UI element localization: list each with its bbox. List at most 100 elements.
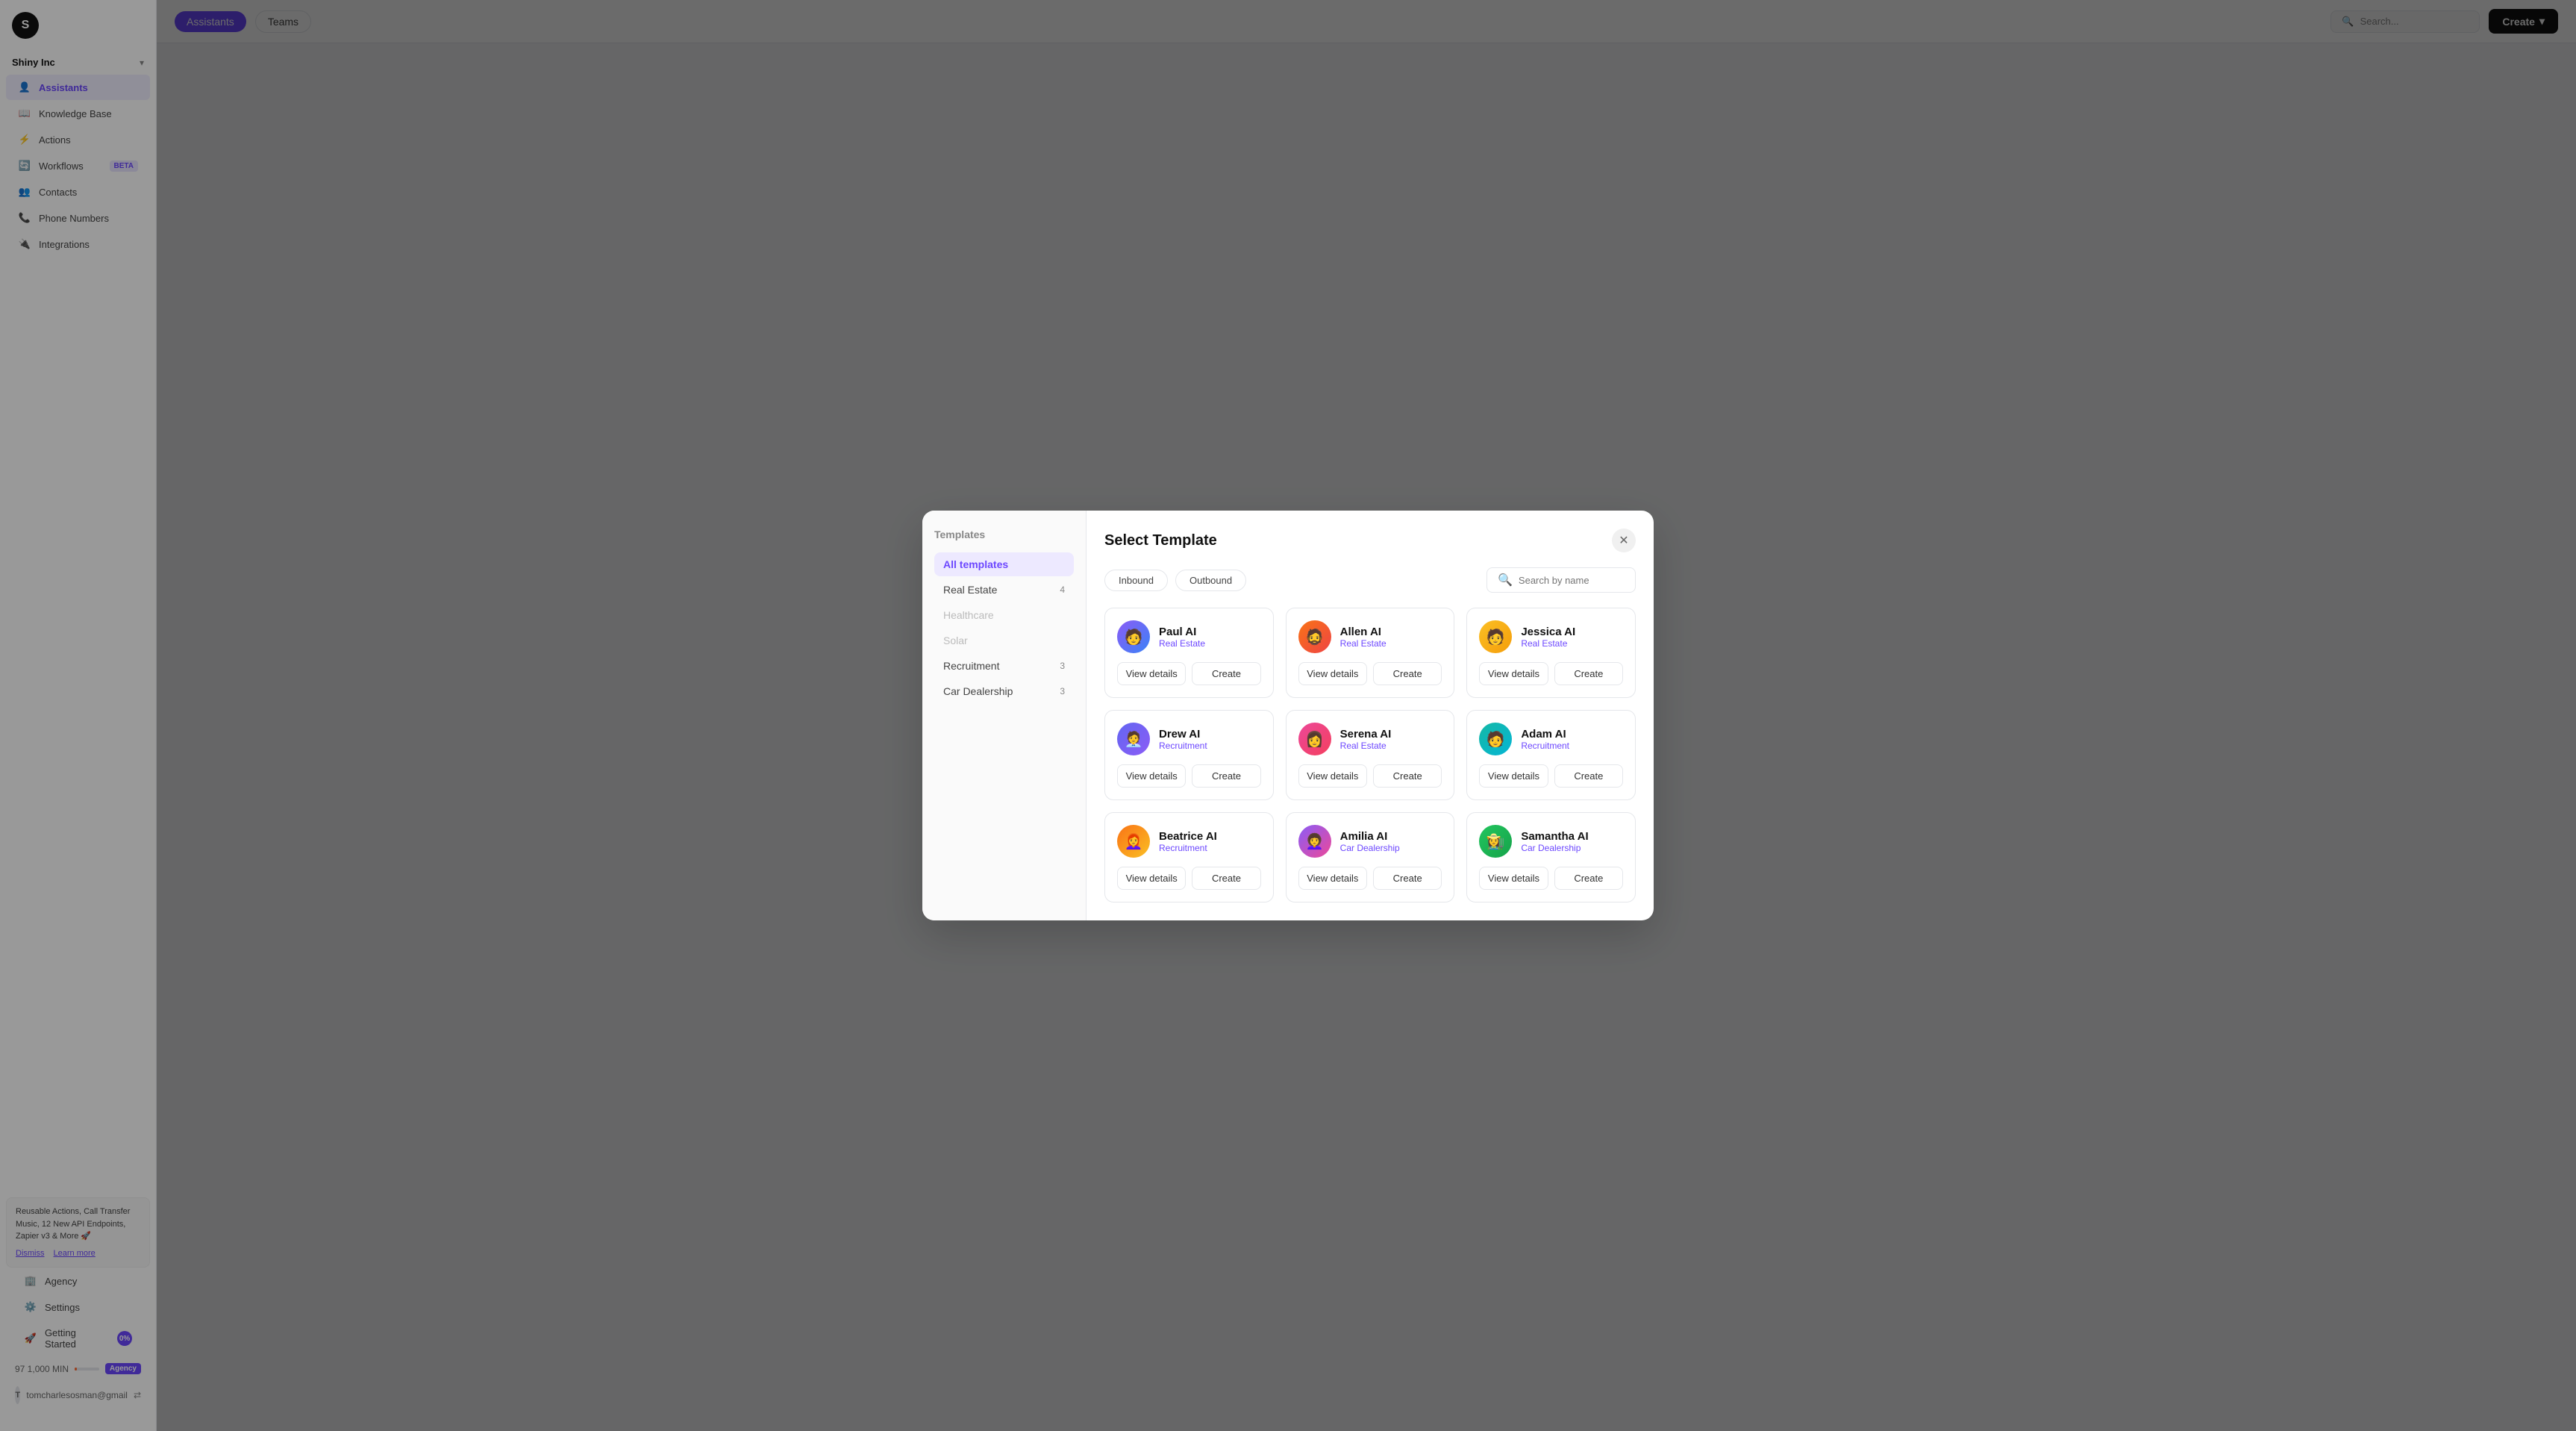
drew-ai-actions: View details Create bbox=[1117, 764, 1261, 788]
template-search-wrap[interactable]: 🔍 bbox=[1486, 567, 1636, 593]
modal-close-button[interactable]: ✕ bbox=[1612, 529, 1636, 552]
drew-ai-view-details-button[interactable]: View details bbox=[1117, 764, 1186, 788]
serena-ai-create-button[interactable]: Create bbox=[1373, 764, 1442, 788]
paul-ai-create-button[interactable]: Create bbox=[1192, 662, 1260, 685]
template-card-adam-ai: 🧑 Adam AI Recruitment View details Creat… bbox=[1466, 710, 1636, 800]
drew-ai-avatar: 🧑‍💼 bbox=[1117, 723, 1150, 755]
template-card-header: 🧑 Adam AI Recruitment bbox=[1479, 723, 1623, 755]
template-card-jessica-ai: 🧑 Jessica AI Real Estate View details Cr… bbox=[1466, 608, 1636, 698]
modal-nav-healthcare: Healthcare bbox=[934, 603, 1074, 627]
modal-nav-label: Solar bbox=[943, 635, 968, 646]
samantha-ai-category: Car Dealership bbox=[1521, 843, 1588, 853]
serena-ai-name: Serena AI bbox=[1340, 728, 1392, 741]
beatrice-ai-create-button[interactable]: Create bbox=[1192, 867, 1260, 890]
filter-outbound[interactable]: Outbound bbox=[1175, 570, 1246, 591]
beatrice-ai-actions: View details Create bbox=[1117, 867, 1261, 890]
modal-nav-label: Real Estate bbox=[943, 584, 997, 596]
template-card-header: 🧑 Jessica AI Real Estate bbox=[1479, 620, 1623, 653]
samantha-ai-actions: View details Create bbox=[1479, 867, 1623, 890]
modal-header: Select Template ✕ bbox=[1104, 529, 1636, 552]
template-card-paul-ai: 🧑 Paul AI Real Estate View details Creat… bbox=[1104, 608, 1274, 698]
modal-nav-car-dealership[interactable]: Car Dealership 3 bbox=[934, 679, 1074, 703]
modal-nav-label: Recruitment bbox=[943, 660, 999, 672]
adam-ai-category: Recruitment bbox=[1521, 741, 1569, 751]
samantha-ai-view-details-button[interactable]: View details bbox=[1479, 867, 1548, 890]
modal-nav-recruitment[interactable]: Recruitment 3 bbox=[934, 654, 1074, 678]
amilia-ai-name: Amilia AI bbox=[1340, 830, 1400, 843]
real-estate-count: 4 bbox=[1060, 584, 1065, 595]
beatrice-ai-view-details-button[interactable]: View details bbox=[1117, 867, 1186, 890]
paul-ai-view-details-button[interactable]: View details bbox=[1117, 662, 1186, 685]
template-card-header: 🧑 Paul AI Real Estate bbox=[1117, 620, 1261, 653]
beatrice-ai-category: Recruitment bbox=[1159, 843, 1217, 853]
samantha-ai-avatar: 👩‍🌾 bbox=[1479, 825, 1512, 858]
adam-ai-info: Adam AI Recruitment bbox=[1521, 728, 1569, 751]
beatrice-ai-info: Beatrice AI Recruitment bbox=[1159, 830, 1217, 853]
adam-ai-avatar: 🧑 bbox=[1479, 723, 1512, 755]
template-card-header: 👩‍🦰 Beatrice AI Recruitment bbox=[1117, 825, 1261, 858]
modal-nav-solar: Solar bbox=[934, 629, 1074, 652]
allen-ai-view-details-button[interactable]: View details bbox=[1298, 662, 1367, 685]
amilia-ai-category: Car Dealership bbox=[1340, 843, 1400, 853]
modal-nav-all-templates[interactable]: All templates bbox=[934, 552, 1074, 576]
beatrice-ai-avatar: 👩‍🦰 bbox=[1117, 825, 1150, 858]
template-card-header: 👩‍🌾 Samantha AI Car Dealership bbox=[1479, 825, 1623, 858]
jessica-ai-actions: View details Create bbox=[1479, 662, 1623, 685]
amilia-ai-create-button[interactable]: Create bbox=[1373, 867, 1442, 890]
modal-sidebar: Templates All templates Real Estate 4 He… bbox=[922, 511, 1087, 920]
jessica-ai-view-details-button[interactable]: View details bbox=[1479, 662, 1548, 685]
jessica-ai-name: Jessica AI bbox=[1521, 626, 1575, 638]
beatrice-ai-name: Beatrice AI bbox=[1159, 830, 1217, 843]
drew-ai-create-button[interactable]: Create bbox=[1192, 764, 1260, 788]
filter-inbound[interactable]: Inbound bbox=[1104, 570, 1168, 591]
modal-overlay: Templates All templates Real Estate 4 He… bbox=[0, 0, 2576, 1431]
drew-ai-name: Drew AI bbox=[1159, 728, 1207, 741]
modal-nav-real-estate[interactable]: Real Estate 4 bbox=[934, 578, 1074, 602]
template-search-input[interactable] bbox=[1519, 575, 1625, 586]
paul-ai-avatar: 🧑 bbox=[1117, 620, 1150, 653]
template-card-serena-ai: 👩 Serena AI Real Estate View details Cre… bbox=[1286, 710, 1455, 800]
template-card-samantha-ai: 👩‍🌾 Samantha AI Car Dealership View deta… bbox=[1466, 812, 1636, 902]
allen-ai-name: Allen AI bbox=[1340, 626, 1387, 638]
drew-ai-category: Recruitment bbox=[1159, 741, 1207, 751]
modal-body: Select Template ✕ Inbound Outbound 🔍 🧑 bbox=[1087, 511, 1654, 920]
adam-ai-create-button[interactable]: Create bbox=[1554, 764, 1623, 788]
modal-nav-label: Healthcare bbox=[943, 609, 994, 621]
samantha-ai-create-button[interactable]: Create bbox=[1554, 867, 1623, 890]
serena-ai-view-details-button[interactable]: View details bbox=[1298, 764, 1367, 788]
amilia-ai-avatar: 👩‍🦱 bbox=[1298, 825, 1331, 858]
jessica-ai-category: Real Estate bbox=[1521, 638, 1575, 649]
amilia-ai-view-details-button[interactable]: View details bbox=[1298, 867, 1367, 890]
recruitment-count: 3 bbox=[1060, 661, 1065, 671]
allen-ai-create-button[interactable]: Create bbox=[1373, 662, 1442, 685]
serena-ai-info: Serena AI Real Estate bbox=[1340, 728, 1392, 751]
templates-grid: 🧑 Paul AI Real Estate View details Creat… bbox=[1104, 608, 1636, 902]
allen-ai-info: Allen AI Real Estate bbox=[1340, 626, 1387, 649]
adam-ai-actions: View details Create bbox=[1479, 764, 1623, 788]
allen-ai-avatar: 🧔 bbox=[1298, 620, 1331, 653]
adam-ai-name: Adam AI bbox=[1521, 728, 1569, 741]
template-card-header: 🧔 Allen AI Real Estate bbox=[1298, 620, 1442, 653]
serena-ai-category: Real Estate bbox=[1340, 741, 1392, 751]
templates-section-title: Templates bbox=[934, 529, 1074, 540]
jessica-ai-create-button[interactable]: Create bbox=[1554, 662, 1623, 685]
template-card-amilia-ai: 👩‍🦱 Amilia AI Car Dealership View detail… bbox=[1286, 812, 1455, 902]
amilia-ai-actions: View details Create bbox=[1298, 867, 1442, 890]
serena-ai-actions: View details Create bbox=[1298, 764, 1442, 788]
jessica-ai-avatar: 🧑 bbox=[1479, 620, 1512, 653]
adam-ai-view-details-button[interactable]: View details bbox=[1479, 764, 1548, 788]
allen-ai-actions: View details Create bbox=[1298, 662, 1442, 685]
modal-nav-label: Car Dealership bbox=[943, 685, 1013, 697]
jessica-ai-info: Jessica AI Real Estate bbox=[1521, 626, 1575, 649]
allen-ai-category: Real Estate bbox=[1340, 638, 1387, 649]
filter-row: Inbound Outbound 🔍 bbox=[1104, 567, 1636, 593]
samantha-ai-info: Samantha AI Car Dealership bbox=[1521, 830, 1588, 853]
amilia-ai-info: Amilia AI Car Dealership bbox=[1340, 830, 1400, 853]
drew-ai-info: Drew AI Recruitment bbox=[1159, 728, 1207, 751]
paul-ai-name: Paul AI bbox=[1159, 626, 1205, 638]
modal-title: Select Template bbox=[1104, 532, 1217, 549]
template-card-header: 👩 Serena AI Real Estate bbox=[1298, 723, 1442, 755]
template-card-header: 👩‍🦱 Amilia AI Car Dealership bbox=[1298, 825, 1442, 858]
paul-ai-category: Real Estate bbox=[1159, 638, 1205, 649]
samantha-ai-name: Samantha AI bbox=[1521, 830, 1588, 843]
